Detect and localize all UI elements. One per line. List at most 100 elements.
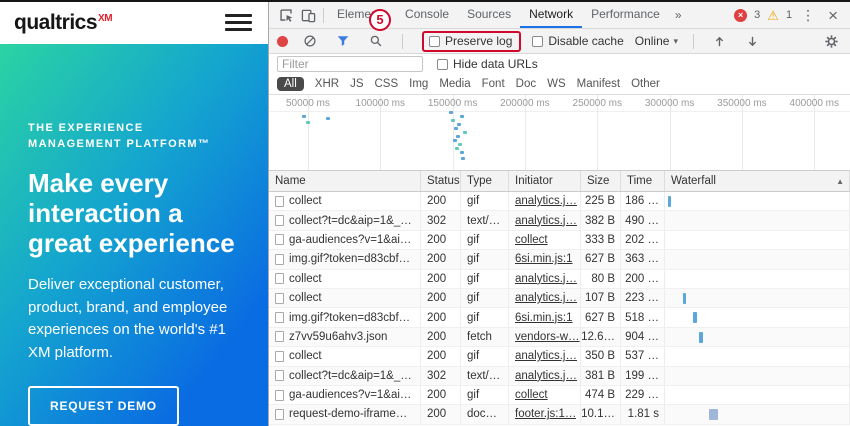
network-request-row[interactable]: img.gif?token=d83cbf… 200 gif 6si.min.js…: [269, 250, 850, 269]
request-time: 200 …: [621, 270, 665, 288]
filter-chip-xhr[interactable]: XHR: [315, 78, 339, 90]
device-toolbar-icon[interactable]: [297, 2, 319, 28]
filter-funnel-icon[interactable]: [332, 29, 354, 53]
col-header-initiator[interactable]: Initiator: [509, 171, 581, 191]
network-request-row[interactable]: collect 200 gif analytics.j… 107 B 223 …: [269, 289, 850, 308]
filter-chip-font[interactable]: Font: [482, 78, 505, 90]
network-request-row[interactable]: ga-audiences?v=1&ai… 200 gif collect 474…: [269, 386, 850, 405]
close-devtools-icon[interactable]: ×: [824, 7, 842, 24]
preserve-log-checkbox[interactable]: Preserve log: [422, 31, 521, 52]
initiator-link[interactable]: analytics.j…: [515, 350, 577, 362]
network-request-row[interactable]: collect 200 gif analytics.j… 80 B 200 …: [269, 270, 850, 289]
filter-chip-ws[interactable]: WS: [547, 78, 566, 90]
initiator-link[interactable]: vendors-w…: [515, 331, 580, 343]
network-request-row[interactable]: z7vv59u6ahv3.json 200 fetch vendors-w… 1…: [269, 328, 850, 347]
filter-chip-media[interactable]: Media: [439, 78, 470, 90]
request-size: 474 B: [581, 386, 621, 404]
filter-chip-other[interactable]: Other: [631, 78, 660, 90]
request-type: text/…: [461, 367, 509, 385]
error-icon[interactable]: ×: [734, 9, 747, 22]
initiator-link[interactable]: 6si.min.js:1: [515, 253, 573, 265]
col-header-status[interactable]: Status: [421, 171, 461, 191]
request-time: 904 …: [621, 328, 665, 346]
filter-chip-all[interactable]: All: [277, 77, 304, 91]
search-icon[interactable]: [365, 29, 387, 53]
col-header-waterfall[interactable]: Waterfall ▲: [665, 171, 850, 191]
import-har-icon[interactable]: [709, 29, 731, 53]
filter-chip-img[interactable]: Img: [409, 78, 428, 90]
timeline-activity-mark: [306, 121, 310, 124]
request-type: gif: [461, 250, 509, 268]
filter-input[interactable]: [277, 56, 423, 72]
tab-performance[interactable]: Performance: [582, 2, 669, 28]
site-header: qualtricsXM: [0, 2, 268, 44]
initiator-link[interactable]: footer.js:1…: [515, 408, 576, 420]
initiator-link[interactable]: analytics.j…: [515, 292, 577, 304]
filter-chip-manifest[interactable]: Manifest: [577, 78, 620, 90]
timeline-label: 150000 ms: [428, 98, 477, 109]
throttling-dropdown[interactable]: Online ▾: [635, 34, 678, 48]
initiator-link[interactable]: collect: [515, 234, 548, 246]
logo-text: qualtrics: [14, 11, 97, 34]
initiator-link[interactable]: analytics.j…: [515, 273, 577, 285]
network-request-row[interactable]: collect?t=dc&aip=1&_… 302 text/… analyti…: [269, 367, 850, 386]
file-icon: [275, 196, 284, 207]
disable-cache-checkbox[interactable]: Disable cache: [532, 34, 623, 48]
annotation-step-badge: 5: [369, 9, 391, 31]
tab-console[interactable]: Console: [396, 2, 458, 28]
request-type: doc…: [461, 405, 509, 423]
filter-chip-doc[interactable]: Doc: [516, 78, 536, 90]
network-filter-bar: Hide data URLs: [269, 54, 850, 74]
col-header-time[interactable]: Time: [621, 171, 665, 191]
inspect-element-icon[interactable]: [275, 2, 297, 28]
filter-chip-js[interactable]: JS: [350, 78, 363, 90]
request-name: img.gif?token=d83cbf…: [289, 312, 410, 324]
hide-data-urls-checkbox[interactable]: Hide data URLs: [437, 57, 538, 71]
record-button[interactable]: [277, 36, 288, 47]
file-icon: [275, 273, 284, 284]
tab-network[interactable]: Network: [520, 2, 582, 28]
network-request-row[interactable]: request-demo-iframe… 200 doc… footer.js:…: [269, 405, 850, 424]
network-request-row[interactable]: img.gif?token=d83cbf… 200 gif 6si.min.js…: [269, 308, 850, 327]
filter-chip-css[interactable]: CSS: [374, 78, 398, 90]
more-tabs-icon[interactable]: »: [669, 8, 688, 22]
request-name: request-demo-iframe…: [289, 408, 407, 420]
request-type: gif: [461, 231, 509, 249]
col-header-size[interactable]: Size: [581, 171, 621, 191]
waterfall-bar: [709, 409, 718, 420]
network-request-row[interactable]: collect 200 gif analytics.j… 350 B 537 …: [269, 347, 850, 366]
clear-icon[interactable]: [299, 29, 321, 53]
settings-gear-icon[interactable]: [820, 29, 842, 53]
network-request-row[interactable]: ga-audiences?v=1&ai… 200 gif collect 333…: [269, 231, 850, 250]
request-name: ga-audiences?v=1&ai…: [289, 234, 411, 246]
screenshot-root: qualtricsXM THE EXPERIENCE MANAGEMENT PL…: [0, 0, 850, 426]
initiator-link[interactable]: analytics.j…: [515, 215, 577, 227]
initiator-link[interactable]: analytics.j…: [515, 370, 577, 382]
tabbar-right-controls: × 3 ⚠ 1 ⋮ ×: [734, 7, 844, 24]
request-demo-button[interactable]: REQUEST DEMO: [28, 386, 179, 426]
qualtrics-logo[interactable]: qualtricsXM: [14, 11, 112, 35]
file-icon: [275, 409, 284, 420]
warning-icon[interactable]: ⚠: [767, 9, 779, 22]
initiator-link[interactable]: 6si.min.js:1: [515, 312, 573, 324]
tab-sources[interactable]: Sources: [458, 2, 520, 28]
request-time: 518 …: [621, 308, 665, 326]
request-type: gif: [461, 192, 509, 210]
checkbox-icon: [429, 36, 440, 47]
col-header-name[interactable]: Name: [269, 171, 421, 191]
request-type: fetch: [461, 328, 509, 346]
initiator-link[interactable]: collect: [515, 389, 548, 401]
devtools-menu-icon[interactable]: ⋮: [799, 7, 817, 24]
request-size: 80 B: [581, 270, 621, 288]
request-type: gif: [461, 289, 509, 307]
initiator-link[interactable]: analytics.j…: [515, 195, 577, 207]
hamburger-menu-icon[interactable]: [225, 10, 252, 35]
network-request-row[interactable]: collect?t=dc&aip=1&_… 302 text/… analyti…: [269, 211, 850, 230]
timeline-overview[interactable]: 50000 ms100000 ms150000 ms200000 ms25000…: [269, 95, 850, 171]
sort-arrow-icon[interactable]: ▲: [836, 177, 844, 186]
export-har-icon[interactable]: [742, 29, 764, 53]
col-header-type[interactable]: Type: [461, 171, 509, 191]
preserve-log-label: Preserve log: [445, 34, 512, 48]
hide-data-urls-label: Hide data URLs: [453, 57, 538, 71]
network-request-row[interactable]: collect 200 gif analytics.j… 225 B 186 …: [269, 192, 850, 211]
